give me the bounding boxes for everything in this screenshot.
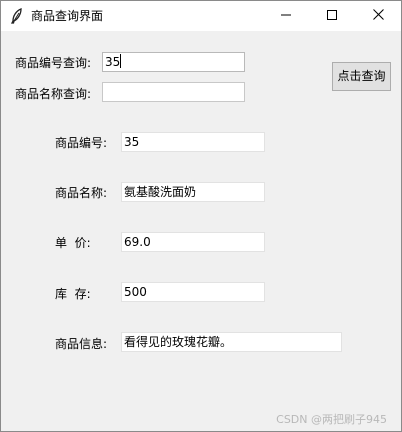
title-bar[interactable]: 商品查询界面	[1, 1, 401, 31]
maximize-icon	[327, 9, 337, 23]
search-id-label: 商品编号查询:	[15, 56, 92, 70]
detail-stock-label: 库 存:	[55, 287, 91, 301]
detail-id-field[interactable]: 35	[121, 132, 265, 152]
search-id-value: 35	[105, 55, 121, 69]
feather-icon	[10, 8, 24, 24]
window-title: 商品查询界面	[31, 9, 104, 23]
search-name-label: 商品名称查询:	[15, 87, 92, 101]
minimize-icon	[281, 9, 291, 23]
detail-price-field[interactable]: 69.0	[121, 232, 265, 252]
detail-price-label: 单 价:	[55, 236, 91, 250]
detail-name-label: 商品名称:	[55, 186, 108, 200]
detail-info-label: 商品信息:	[55, 337, 108, 351]
search-name-input[interactable]	[102, 82, 245, 102]
detail-id-value: 35	[124, 135, 140, 149]
detail-stock-value: 500	[124, 285, 147, 299]
query-button[interactable]: 点击查询	[332, 62, 391, 91]
minimize-button[interactable]	[263, 1, 309, 31]
watermark: CSDN @两把刷子945	[276, 413, 387, 426]
close-button[interactable]	[355, 1, 401, 31]
close-icon	[372, 9, 384, 23]
app-window: 商品查询界面 商品编号查询: 35 商品名称查询: 点击查询 商品编号: 35	[0, 0, 402, 432]
search-id-input[interactable]: 35	[102, 52, 245, 72]
detail-name-field[interactable]: 氨基酸洗面奶	[121, 182, 265, 202]
maximize-button[interactable]	[309, 1, 355, 31]
detail-info-value: 看得见的玫瑰花瓣。	[124, 335, 233, 349]
detail-id-label: 商品编号:	[55, 136, 108, 150]
detail-info-field[interactable]: 看得见的玫瑰花瓣。	[121, 332, 342, 352]
detail-stock-field[interactable]: 500	[121, 282, 265, 302]
text-caret	[120, 54, 122, 68]
detail-name-value: 氨基酸洗面奶	[124, 185, 197, 199]
detail-price-value: 69.0	[124, 235, 151, 249]
